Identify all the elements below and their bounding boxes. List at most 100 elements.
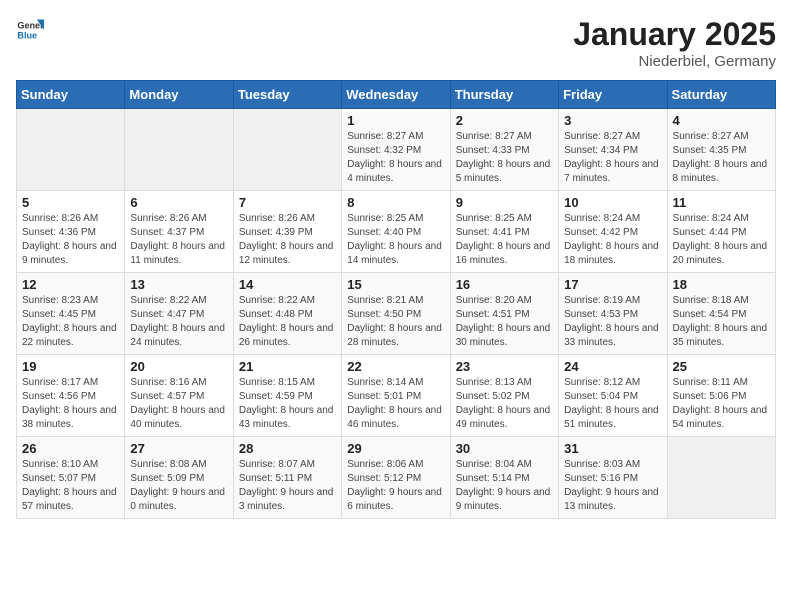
day-cell	[17, 109, 125, 191]
day-number: 31	[564, 441, 661, 456]
day-info: Sunrise: 8:19 AM Sunset: 4:53 PM Dayligh…	[564, 294, 661, 350]
day-info: Sunrise: 8:25 AM Sunset: 4:41 PM Dayligh…	[456, 212, 553, 268]
week-row-2: 5 Sunrise: 8:26 AM Sunset: 4:36 PM Daylig…	[17, 191, 776, 273]
day-number: 5	[22, 195, 119, 210]
weekday-header-friday: Friday	[559, 81, 667, 109]
weekday-header-tuesday: Tuesday	[233, 81, 341, 109]
day-number: 19	[22, 359, 119, 374]
day-cell: 9 Sunrise: 8:25 AM Sunset: 4:41 PM Daylig…	[450, 191, 558, 273]
day-number: 26	[22, 441, 119, 456]
day-info: Sunrise: 8:24 AM Sunset: 4:44 PM Dayligh…	[673, 212, 770, 268]
day-info: Sunrise: 8:27 AM Sunset: 4:34 PM Dayligh…	[564, 130, 661, 186]
day-number: 23	[456, 359, 553, 374]
day-cell	[125, 109, 233, 191]
logo-icon: General Blue	[16, 16, 44, 44]
day-cell: 25 Sunrise: 8:11 AM Sunset: 5:06 PM Dayli…	[667, 355, 775, 437]
calendar: SundayMondayTuesdayWednesdayThursdayFrid…	[16, 80, 776, 519]
day-number: 14	[239, 277, 336, 292]
day-cell: 14 Sunrise: 8:22 AM Sunset: 4:48 PM Dayli…	[233, 273, 341, 355]
weekday-header-thursday: Thursday	[450, 81, 558, 109]
day-info: Sunrise: 8:12 AM Sunset: 5:04 PM Dayligh…	[564, 376, 661, 432]
day-number: 22	[347, 359, 444, 374]
day-info: Sunrise: 8:18 AM Sunset: 4:54 PM Dayligh…	[673, 294, 770, 350]
day-info: Sunrise: 8:22 AM Sunset: 4:47 PM Dayligh…	[130, 294, 227, 350]
day-number: 11	[673, 195, 770, 210]
weekday-header-saturday: Saturday	[667, 81, 775, 109]
day-cell: 19 Sunrise: 8:17 AM Sunset: 4:56 PM Dayli…	[17, 355, 125, 437]
day-info: Sunrise: 8:16 AM Sunset: 4:57 PM Dayligh…	[130, 376, 227, 432]
day-number: 15	[347, 277, 444, 292]
day-number: 30	[456, 441, 553, 456]
day-cell: 4 Sunrise: 8:27 AM Sunset: 4:35 PM Daylig…	[667, 109, 775, 191]
day-number: 10	[564, 195, 661, 210]
day-cell: 31 Sunrise: 8:03 AM Sunset: 5:16 PM Dayli…	[559, 437, 667, 519]
page-header: General Blue January 2025 Niederbiel, Ge…	[16, 16, 776, 70]
day-info: Sunrise: 8:08 AM Sunset: 5:09 PM Dayligh…	[130, 458, 227, 514]
day-info: Sunrise: 8:26 AM Sunset: 4:39 PM Dayligh…	[239, 212, 336, 268]
day-number: 25	[673, 359, 770, 374]
day-number: 4	[673, 113, 770, 128]
day-cell: 12 Sunrise: 8:23 AM Sunset: 4:45 PM Dayli…	[17, 273, 125, 355]
day-info: Sunrise: 8:26 AM Sunset: 4:36 PM Dayligh…	[22, 212, 119, 268]
week-row-1: 1Sunrise: 8:27 AM Sunset: 4:32 PM Daylig…	[17, 109, 776, 191]
day-info: Sunrise: 8:13 AM Sunset: 5:02 PM Dayligh…	[456, 376, 553, 432]
weekday-header-monday: Monday	[125, 81, 233, 109]
day-cell: 2 Sunrise: 8:27 AM Sunset: 4:33 PM Daylig…	[450, 109, 558, 191]
day-cell: 21 Sunrise: 8:15 AM Sunset: 4:59 PM Dayli…	[233, 355, 341, 437]
day-cell: 5 Sunrise: 8:26 AM Sunset: 4:36 PM Daylig…	[17, 191, 125, 273]
week-row-5: 26Sunrise: 8:10 AM Sunset: 5:07 PM Dayli…	[17, 437, 776, 519]
day-cell: 11 Sunrise: 8:24 AM Sunset: 4:44 PM Dayli…	[667, 191, 775, 273]
month-title: January 2025	[573, 16, 776, 53]
day-number: 2	[456, 113, 553, 128]
day-cell: 17Sunrise: 8:19 AM Sunset: 4:53 PM Dayli…	[559, 273, 667, 355]
logo: General Blue	[16, 16, 44, 44]
day-cell: 1Sunrise: 8:27 AM Sunset: 4:32 PM Daylig…	[342, 109, 450, 191]
day-info: Sunrise: 8:23 AM Sunset: 4:45 PM Dayligh…	[22, 294, 119, 350]
day-info: Sunrise: 8:25 AM Sunset: 4:40 PM Dayligh…	[347, 212, 444, 268]
day-number: 9	[456, 195, 553, 210]
day-info: Sunrise: 8:11 AM Sunset: 5:06 PM Dayligh…	[673, 376, 770, 432]
day-number: 18	[673, 277, 770, 292]
day-cell: 20 Sunrise: 8:16 AM Sunset: 4:57 PM Dayli…	[125, 355, 233, 437]
day-cell: 3 Sunrise: 8:27 AM Sunset: 4:34 PM Daylig…	[559, 109, 667, 191]
day-info: Sunrise: 8:17 AM Sunset: 4:56 PM Dayligh…	[22, 376, 119, 432]
week-row-4: 19 Sunrise: 8:17 AM Sunset: 4:56 PM Dayli…	[17, 355, 776, 437]
weekday-header-row: SundayMondayTuesdayWednesdayThursdayFrid…	[17, 81, 776, 109]
weekday-header-sunday: Sunday	[17, 81, 125, 109]
day-cell: 29 Sunrise: 8:06 AM Sunset: 5:12 PM Dayli…	[342, 437, 450, 519]
day-info: Sunrise: 8:14 AM Sunset: 5:01 PM Dayligh…	[347, 376, 444, 432]
day-cell: 22 Sunrise: 8:14 AM Sunset: 5:01 PM Dayli…	[342, 355, 450, 437]
day-number: 21	[239, 359, 336, 374]
day-info: Sunrise: 8:27 AM Sunset: 4:35 PM Dayligh…	[673, 130, 770, 186]
weekday-header-wednesday: Wednesday	[342, 81, 450, 109]
location: Niederbiel, Germany	[573, 53, 776, 70]
day-number: 13	[130, 277, 227, 292]
day-number: 28	[239, 441, 336, 456]
day-number: 6	[130, 195, 227, 210]
day-number: 20	[130, 359, 227, 374]
day-cell: 18 Sunrise: 8:18 AM Sunset: 4:54 PM Dayli…	[667, 273, 775, 355]
day-info: Sunrise: 8:27 AM Sunset: 4:33 PM Dayligh…	[456, 130, 553, 186]
day-info: Sunrise: 8:22 AM Sunset: 4:48 PM Dayligh…	[239, 294, 336, 350]
day-info: Sunrise: 8:04 AM Sunset: 5:14 PM Dayligh…	[456, 458, 553, 514]
day-cell: 6Sunrise: 8:26 AM Sunset: 4:37 PM Daylig…	[125, 191, 233, 273]
day-number: 27	[130, 441, 227, 456]
day-cell: 30 Sunrise: 8:04 AM Sunset: 5:14 PM Dayli…	[450, 437, 558, 519]
day-cell: 13 Sunrise: 8:22 AM Sunset: 4:47 PM Dayli…	[125, 273, 233, 355]
day-info: Sunrise: 8:27 AM Sunset: 4:32 PM Dayligh…	[347, 130, 444, 186]
day-info: Sunrise: 8:20 AM Sunset: 4:51 PM Dayligh…	[456, 294, 553, 350]
day-number: 29	[347, 441, 444, 456]
day-number: 12	[22, 277, 119, 292]
day-info: Sunrise: 8:15 AM Sunset: 4:59 PM Dayligh…	[239, 376, 336, 432]
day-cell: 10Sunrise: 8:24 AM Sunset: 4:42 PM Dayli…	[559, 191, 667, 273]
day-cell: 8Sunrise: 8:25 AM Sunset: 4:40 PM Daylig…	[342, 191, 450, 273]
calendar-body: 1Sunrise: 8:27 AM Sunset: 4:32 PM Daylig…	[17, 109, 776, 519]
day-cell: 26Sunrise: 8:10 AM Sunset: 5:07 PM Dayli…	[17, 437, 125, 519]
day-info: Sunrise: 8:03 AM Sunset: 5:16 PM Dayligh…	[564, 458, 661, 514]
day-cell: 28 Sunrise: 8:07 AM Sunset: 5:11 PM Dayli…	[233, 437, 341, 519]
day-cell: 7Sunrise: 8:26 AM Sunset: 4:39 PM Daylig…	[233, 191, 341, 273]
day-number: 3	[564, 113, 661, 128]
day-info: Sunrise: 8:07 AM Sunset: 5:11 PM Dayligh…	[239, 458, 336, 514]
day-info: Sunrise: 8:06 AM Sunset: 5:12 PM Dayligh…	[347, 458, 444, 514]
day-cell: 15Sunrise: 8:21 AM Sunset: 4:50 PM Dayli…	[342, 273, 450, 355]
